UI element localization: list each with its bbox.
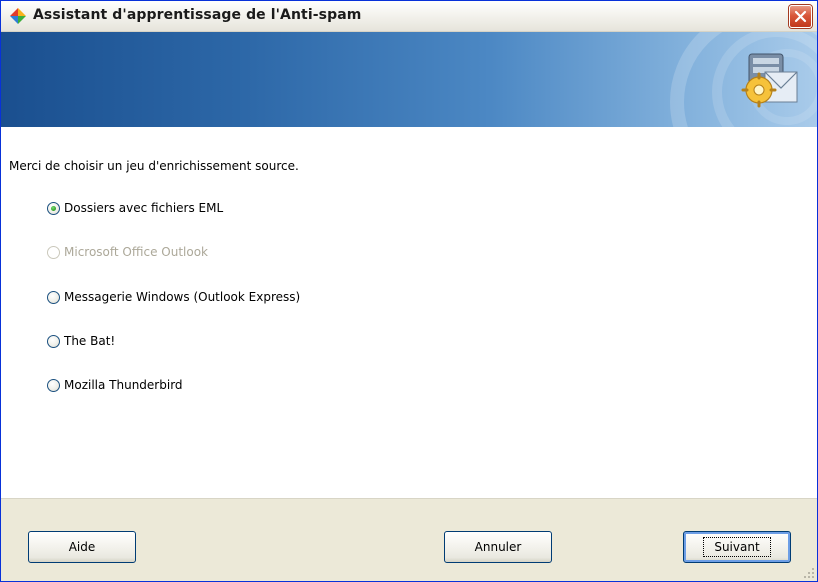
title-bar[interactable]: Assistant d'apprentissage de l'Anti-spam: [1, 1, 817, 32]
option-label: Dossiers avec fichiers EML: [64, 201, 224, 215]
close-icon: [794, 10, 807, 23]
option-the-bat[interactable]: The Bat!: [47, 332, 115, 350]
wizard-window: Assistant d'apprentissage de l'Anti-spam: [0, 0, 818, 582]
header-banner: [1, 32, 817, 127]
cancel-button[interactable]: Annuler: [444, 531, 552, 563]
help-button[interactable]: Aide: [28, 531, 136, 563]
radio-button[interactable]: [47, 290, 60, 304]
cancel-button-label: Annuler: [474, 540, 522, 554]
option-label: Microsoft Office Outlook: [64, 245, 208, 259]
radio-button[interactable]: [47, 378, 60, 392]
option-thunderbird[interactable]: Mozilla Thunderbird: [47, 376, 183, 394]
option-label: The Bat!: [64, 334, 116, 348]
mail-settings-icon: [741, 53, 798, 108]
instruction-text: Merci de choisir un jeu d'enrichissement…: [9, 159, 299, 173]
radio-button[interactable]: [47, 334, 60, 348]
option-ms-outlook: Microsoft Office Outlook: [47, 243, 208, 261]
next-button[interactable]: Suivant: [683, 531, 791, 563]
option-eml-folders[interactable]: Dossiers avec fichiers EML: [47, 199, 223, 217]
window-title: Assistant d'apprentissage de l'Anti-spam: [33, 7, 362, 23]
radio-button-disabled: [47, 245, 60, 259]
option-label: Messagerie Windows (Outlook Express): [64, 290, 301, 304]
option-label: Mozilla Thunderbird: [64, 378, 183, 392]
close-button[interactable]: [789, 5, 812, 28]
avg-logo-icon: [10, 8, 26, 24]
radio-button-checked[interactable]: [47, 201, 60, 215]
resize-grip-icon[interactable]: [802, 566, 815, 579]
help-button-label: Aide: [68, 540, 96, 554]
option-outlook-express[interactable]: Messagerie Windows (Outlook Express): [47, 288, 300, 306]
next-button-label: Suivant: [703, 537, 771, 557]
